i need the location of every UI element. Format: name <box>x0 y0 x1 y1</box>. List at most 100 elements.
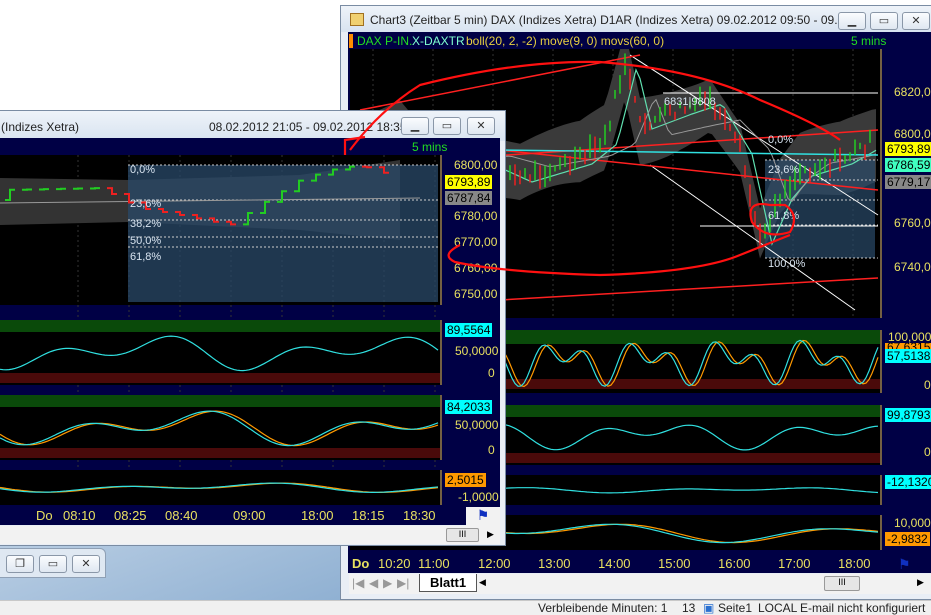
osc1-badge-cyan: 57,5138 <box>885 349 931 363</box>
fib-label: 0,0% <box>130 164 156 176</box>
time-tick: 09:00 <box>233 508 266 523</box>
interval-label: 5 mins <box>851 34 887 48</box>
time-tick: 10:20 <box>378 556 411 571</box>
chart3-header: DAX P-IN. X-DAXTR boll(20, 2, -2) move(9… <box>349 33 931 49</box>
window-title: (Indizes Xetra) <box>1 120 80 134</box>
time-tick: 13:00 <box>538 556 571 571</box>
price-tick: 6760,00 <box>894 216 931 230</box>
osc2-badge: 99,8793 <box>885 408 931 422</box>
time-tick: 18:00 <box>838 556 871 571</box>
time-tick: 11:00 <box>418 556 450 571</box>
last-price-badge: 6793,89 <box>445 175 493 189</box>
maximize-button[interactable]: ▭ <box>39 555 67 573</box>
fib-label: 61,8% <box>130 251 162 263</box>
overbought-zone <box>0 395 440 407</box>
price-tick: 6780,00 <box>454 209 498 223</box>
osc3-badge: -12,1320 <box>885 475 931 489</box>
small-chart-area[interactable] <box>0 138 500 525</box>
osc4-badge: -2,9832 <box>885 532 930 546</box>
price-tick: 6740,00 <box>894 260 931 274</box>
time-tick: 08:10 <box>63 508 96 523</box>
scroll-right[interactable]: ▶ <box>487 529 494 540</box>
osc2-tick: 0 <box>924 445 931 459</box>
fib-label: 50,0% <box>130 235 162 247</box>
osc1-tick: 50,0000 <box>455 344 499 358</box>
minimize-button[interactable]: ▁ <box>838 12 866 30</box>
osc1-tick: 0 <box>924 378 931 392</box>
fib-box <box>128 165 438 302</box>
status-bar: Verbleibende Minuten: 1 13 ▣ Seite1 LOCA… <box>0 600 931 615</box>
time-tick: 08:25 <box>114 508 147 523</box>
drawing-tool-icon[interactable]: ⚑ <box>898 556 911 573</box>
window-date-range: 08.02.2012 21:05 - 09.02.2012 18:35 <box>209 120 407 134</box>
scroll-thumb[interactable]: III <box>824 576 860 591</box>
sheet-nav-prev[interactable]: ◀ <box>369 576 378 590</box>
ma-price-badge: 6786,59 <box>885 158 931 172</box>
time-tick: 08:40 <box>165 508 198 523</box>
fib-label: 23,6% <box>130 198 162 210</box>
price-tick: 6800,00 <box>454 158 498 172</box>
scroll-thumb[interactable]: III <box>446 528 479 542</box>
sheet-nav-next[interactable]: ▶ <box>383 576 392 590</box>
fib-label: 61,8% <box>768 210 800 222</box>
time-tick: 18:30 <box>403 508 436 523</box>
time-tick: 18:00 <box>301 508 334 523</box>
maximize-button[interactable]: ▭ <box>433 117 461 135</box>
price-tick: 6800,00 <box>894 127 931 141</box>
fib-label: 38,2% <box>130 218 162 230</box>
price-step <box>362 165 372 169</box>
restore-button[interactable]: ❐ <box>6 555 34 573</box>
header-symbol: DAX P-IN. <box>357 34 413 48</box>
status-email: E-mail nicht konfiguriert <box>800 601 926 615</box>
time-tick: Do <box>352 556 370 571</box>
price-tick: 6750,00 <box>454 287 498 301</box>
close-button[interactable]: ✕ <box>72 555 100 573</box>
oversold-zone <box>0 448 440 458</box>
small-chart-plot <box>0 138 500 525</box>
ma2-price-badge: 6779,17 <box>885 175 931 189</box>
overlay-price-text: 6831|9808 <box>664 96 716 108</box>
osc1-tick: 100,0000 <box>888 330 931 344</box>
status-remaining: Verbleibende Minuten: 1 <box>538 601 668 615</box>
sheet-nav-last[interactable]: ▶| <box>397 576 409 590</box>
horizontal-scrollbar[interactable]: III ▶ <box>0 526 500 544</box>
minimize-button[interactable]: ▁ <box>401 117 429 135</box>
drawing-tool-icon[interactable]: ⚑ <box>466 507 500 526</box>
monitor-icon: ▣ <box>703 601 715 615</box>
fib-label: 0,0% <box>768 134 794 146</box>
overbought-zone <box>0 320 440 332</box>
osc3-badge: 2,5015 <box>445 473 486 487</box>
ma-price-badge: 6787,84 <box>445 191 493 205</box>
minimized-window: ❐ ▭ ✕ <box>0 548 106 578</box>
osc1-badge: 89,5564 <box>445 323 493 337</box>
close-button[interactable]: ✕ <box>902 12 930 30</box>
header-params: boll(20, 2, -2) move(9, 0) movs(60, 0) <box>466 34 665 48</box>
status-count: 13 <box>682 601 696 615</box>
sheet-tab-blatt1[interactable]: Blatt1 <box>419 574 478 592</box>
status-page: Seite1 <box>718 601 753 615</box>
window-title: Chart3 (Zeitbar 5 min) DAX (Indizes Xetr… <box>370 13 861 27</box>
last-price-badge: 6793,89 <box>885 142 931 156</box>
scroll-right[interactable]: ▶ <box>917 577 924 588</box>
app-icon <box>350 13 364 26</box>
osc2-badge: 84,2033 <box>445 400 493 414</box>
sheet-nav-first[interactable]: |◀ <box>352 576 364 590</box>
fib-label: 100,0% <box>768 258 806 270</box>
price-tick: 6820,00 <box>894 85 931 99</box>
osc2-tick: 50,0000 <box>455 418 499 432</box>
price-tick: 6760,00 <box>454 261 498 275</box>
fib-label: 23,6% <box>768 164 800 176</box>
time-tick: 14:00 <box>598 556 631 571</box>
maximize-button[interactable]: ▭ <box>870 12 898 30</box>
sheet-tab-bar: |◀ ◀ ▶ ▶| Blatt1 ◀ III ▶ <box>349 574 931 594</box>
close-button[interactable]: ✕ <box>467 117 495 135</box>
header-indicator: X-DAXTR <box>412 34 465 48</box>
osc3-tick: -1,0000 <box>458 490 499 504</box>
time-tick: 17:00 <box>778 556 811 571</box>
oversold-zone <box>0 373 440 383</box>
time-tick: 18:15 <box>352 508 385 523</box>
scroll-left[interactable]: ◀ <box>479 577 486 588</box>
small-chart-header: 5 mins <box>0 138 500 155</box>
time-tick: Do <box>36 508 53 523</box>
price-tick: 6770,00 <box>454 235 498 249</box>
